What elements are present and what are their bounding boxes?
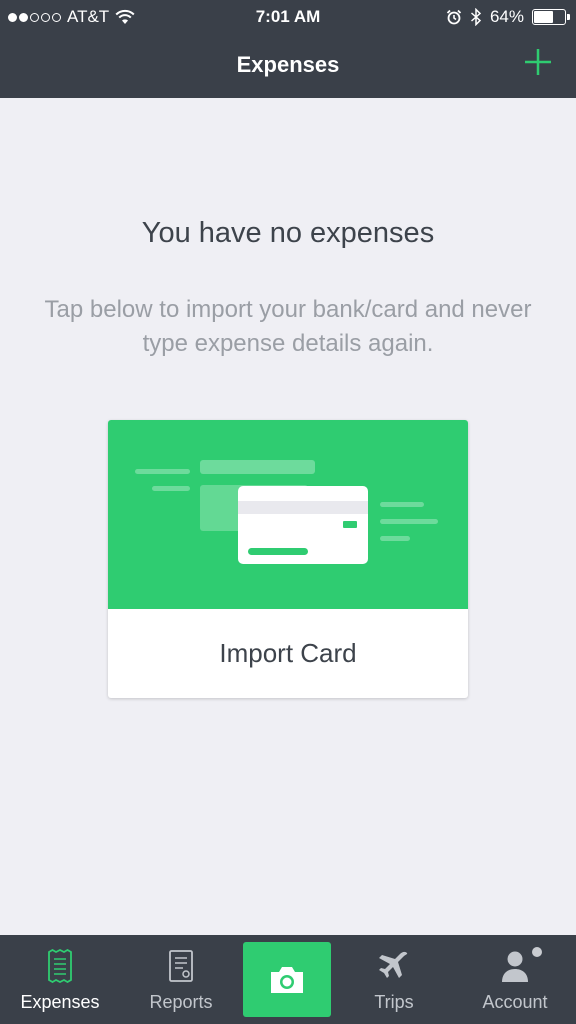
report-icon xyxy=(169,950,193,982)
receipt-icon xyxy=(48,949,72,983)
tab-expenses[interactable]: Expenses xyxy=(10,935,110,1024)
status-right: 64% xyxy=(446,7,570,27)
page-title: Expenses xyxy=(236,52,340,77)
airplane-icon xyxy=(379,951,408,978)
tab-label: Account xyxy=(482,992,548,1012)
alarm-icon xyxy=(446,9,462,25)
battery-percent: 64% xyxy=(489,7,524,26)
credit-card-illustration xyxy=(135,460,438,564)
camera-icon xyxy=(271,966,303,993)
empty-state-title: You have no expenses xyxy=(141,217,435,249)
navigation-bar: AT&T 7:01 AM 64% Expenses xyxy=(0,0,576,98)
add-expense-button[interactable] xyxy=(522,46,554,78)
battery-icon xyxy=(532,9,570,25)
import-card-button[interactable]: Import Card xyxy=(108,420,468,698)
battery-fill xyxy=(534,11,553,23)
tab-reports[interactable]: Reports xyxy=(131,935,231,1024)
person-icon xyxy=(502,951,528,982)
import-card-label: Import Card xyxy=(219,638,357,668)
notification-dot xyxy=(532,947,542,957)
card-illustration-area xyxy=(108,420,468,609)
tab-label: Trips xyxy=(374,992,414,1012)
empty-state-subtitle: Tap below to import your bank/card and n… xyxy=(44,296,532,357)
bluetooth-icon xyxy=(470,8,482,26)
tab-label: Reports xyxy=(149,992,213,1012)
camera-button[interactable] xyxy=(243,942,331,1017)
status-bar: AT&T 7:01 AM 64% xyxy=(0,0,576,34)
tab-account[interactable]: Account xyxy=(465,935,565,1024)
tab-label: Expenses xyxy=(20,992,100,1012)
tab-trips[interactable]: Trips xyxy=(344,935,444,1024)
plus-icon xyxy=(525,49,551,75)
